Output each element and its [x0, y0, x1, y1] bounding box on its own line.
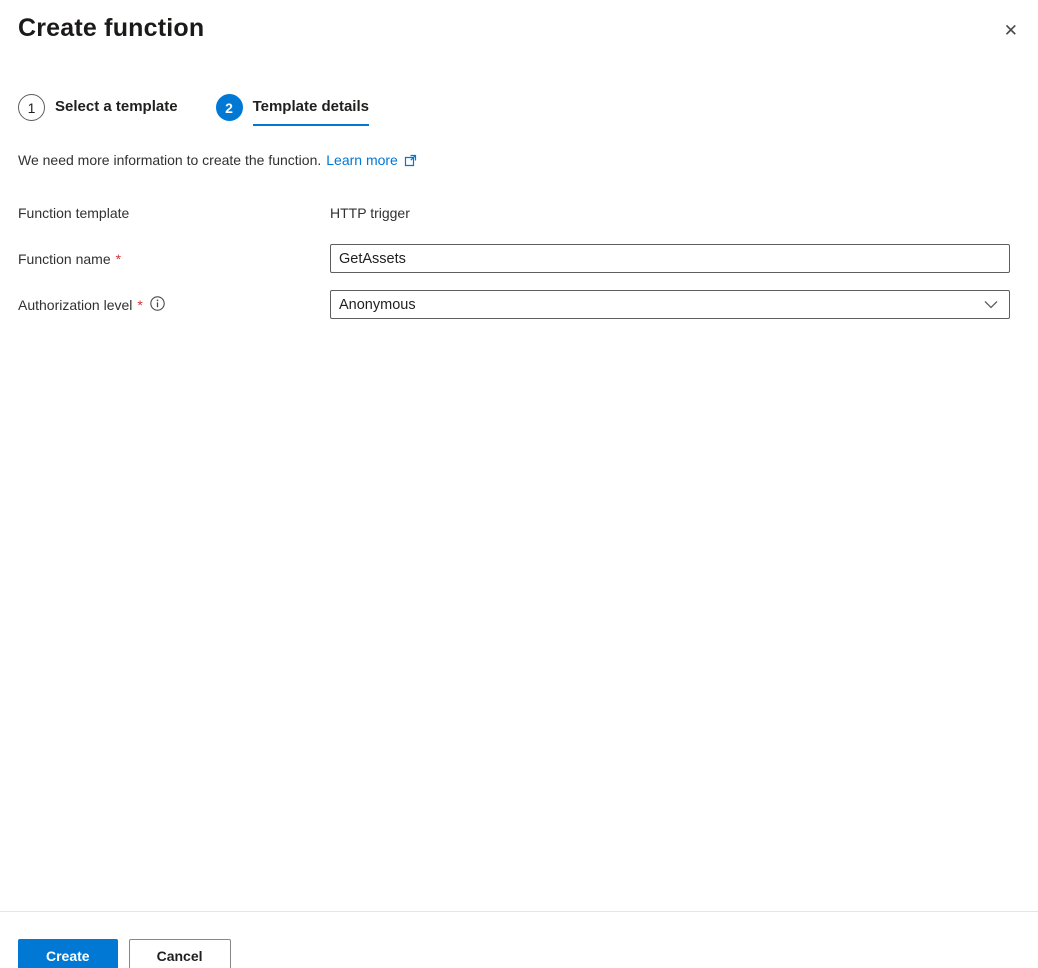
template-details-form: Function template HTTP trigger Function … — [18, 198, 1020, 319]
step-template-details[interactable]: 2 Template details — [216, 89, 369, 126]
step-2-circle: 2 — [216, 94, 243, 121]
wizard-steps: 1 Select a template 2 Template details — [18, 89, 1020, 126]
step-1-label: Select a template — [55, 89, 178, 126]
info-text: We need more information to create the f… — [18, 152, 321, 168]
panel-header: Create function ✕ — [18, 0, 1020, 45]
function-template-value: HTTP trigger — [330, 205, 410, 221]
authorization-level-select[interactable]: Anonymous — [330, 290, 1010, 319]
create-function-panel: Create function ✕ 1 Select a template 2 … — [0, 0, 1038, 968]
function-template-row: Function template HTTP trigger — [18, 198, 1020, 227]
authorization-level-label: Authorization level * — [18, 296, 330, 314]
info-tooltip-button[interactable] — [150, 296, 165, 314]
authorization-level-row: Authorization level * Anonymous — [18, 290, 1020, 319]
function-name-label: Function name * — [18, 251, 330, 267]
function-name-row: Function name * — [18, 244, 1020, 273]
function-name-input[interactable] — [330, 244, 1010, 273]
learn-more-link[interactable]: Learn more — [326, 152, 398, 168]
step-select-a-template[interactable]: 1 Select a template — [18, 89, 178, 126]
close-button[interactable]: ✕ — [998, 16, 1024, 45]
info-row: We need more information to create the f… — [18, 152, 1020, 168]
authorization-level-value: Anonymous — [339, 297, 416, 313]
function-template-label: Function template — [18, 205, 330, 221]
external-link-icon — [404, 154, 417, 167]
create-button[interactable]: Create — [18, 939, 118, 968]
step-2-label: Template details — [253, 89, 369, 126]
chevron-down-icon — [984, 297, 998, 313]
required-asterisk: * — [137, 297, 142, 313]
step-1-circle: 1 — [18, 94, 45, 121]
required-asterisk: * — [116, 251, 121, 267]
panel-footer: Create Cancel — [0, 911, 1038, 968]
close-icon: ✕ — [1004, 21, 1018, 40]
page-title: Create function — [18, 14, 204, 43]
info-icon — [150, 296, 165, 314]
cancel-button[interactable]: Cancel — [129, 939, 231, 968]
